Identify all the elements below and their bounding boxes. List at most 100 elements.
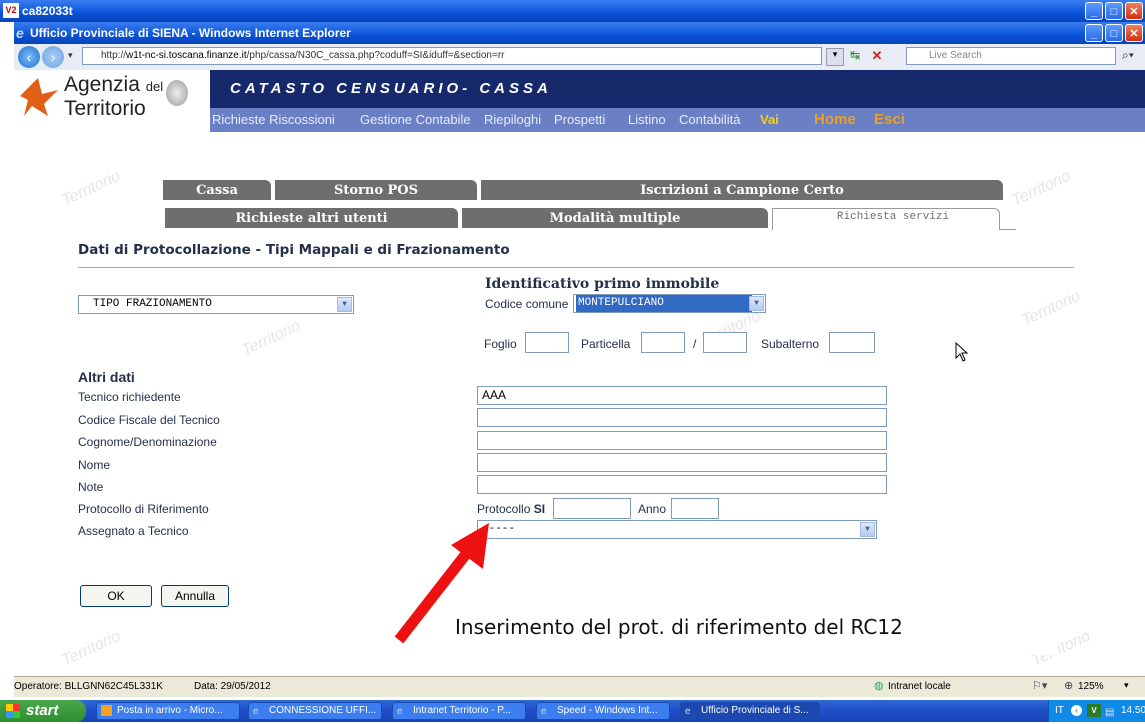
back-arrow-icon[interactable]: ‹: [18, 46, 40, 68]
nome-input[interactable]: [477, 453, 887, 472]
tab-richiesta-servizi[interactable]: Richiesta servizi: [772, 208, 1000, 230]
ie-icon: e: [541, 706, 547, 717]
tab-cassa[interactable]: Cassa: [163, 180, 271, 200]
tab-richieste-altri-utenti[interactable]: Richieste altri utenti: [165, 208, 458, 228]
back-tray-icon[interactable]: ‹: [1071, 705, 1082, 716]
url-host: w1t-nc-si.toscana.finanze.it: [126, 50, 247, 61]
immobile-heading: Identificativo primo immobile: [485, 276, 720, 292]
protected-mode-icon[interactable]: ⚐▾: [1032, 679, 1047, 692]
zoom-icon[interactable]: ⊕: [1064, 679, 1073, 692]
start-label: start: [26, 702, 59, 719]
history-dropdown-icon[interactable]: ▾: [68, 50, 73, 61]
tab-storno-pos[interactable]: Storno POS: [275, 180, 477, 200]
zoom-level[interactable]: 125%: [1078, 681, 1104, 692]
cognome-input[interactable]: [477, 431, 887, 450]
ie-icon: e: [397, 706, 403, 717]
language-indicator[interactable]: IT: [1055, 700, 1064, 722]
section-title: Dati di Protocollazione - Tipi Mappali e…: [78, 242, 510, 258]
codice-fiscale-input[interactable]: [477, 408, 887, 427]
logo-line2: Territorio: [64, 97, 146, 120]
emblem-icon: [166, 80, 188, 106]
maximize-button[interactable]: □: [1105, 2, 1123, 20]
ie-maximize-button[interactable]: □: [1105, 24, 1123, 42]
ie-close-button[interactable]: ✕: [1125, 24, 1143, 42]
app-title: CATASTO CENSUARIO- CASSA: [230, 80, 552, 97]
task-speed[interactable]: e Speed - Windows Int...: [536, 702, 670, 720]
ok-button[interactable]: OK: [80, 585, 152, 607]
task-intranet[interactable]: e Intranet Territorio - P...: [392, 702, 526, 720]
ie-minimize-button[interactable]: _: [1085, 24, 1103, 42]
protocollo-prefix: Protocollo SI: [477, 502, 545, 516]
ie-window-title: Ufficio Provinciale di SIENA - Windows I…: [30, 26, 351, 40]
assegnato-select[interactable]: ----- ▼: [477, 520, 877, 539]
protocollo-prefix-text: Protocollo: [477, 502, 531, 516]
codice-comune-select[interactable]: MONTEPULCIANO ▼: [573, 294, 766, 313]
app-icon: V2: [3, 3, 19, 18]
watermark: Territorio: [59, 627, 123, 670]
task-label: CONNESSIONE UFFI...: [269, 705, 377, 716]
nav-contabilita[interactable]: Contabilità: [679, 112, 740, 127]
zone-status: Intranet locale: [888, 681, 951, 692]
particella-label: Particella: [581, 337, 631, 351]
logo-del: del: [145, 79, 164, 94]
watermark: Territorio: [239, 317, 303, 360]
outer-window-titlebar: V2 ca82033t _ □ ✕: [0, 0, 1145, 22]
app-tray-icon[interactable]: V: [1087, 704, 1101, 717]
annulla-button[interactable]: Annulla: [161, 585, 229, 607]
codice-comune-value: MONTEPULCIANO: [576, 295, 752, 312]
app-header: Agenzia del Territorio CATASTO CENSUARIO…: [14, 70, 1145, 160]
operatore-status: Operatore: BLLGNN62C45L331K: [14, 681, 163, 692]
refresh-icon[interactable]: ↹: [846, 48, 864, 64]
stop-icon[interactable]: ✕: [868, 48, 886, 64]
foglio-input[interactable]: [525, 332, 569, 353]
nav-vai[interactable]: Vai: [760, 112, 779, 127]
search-icon[interactable]: ⌕▾: [1122, 48, 1134, 63]
zoom-dropdown-icon[interactable]: ▾: [1124, 680, 1129, 691]
system-tray: IT ‹ V ▤ 14.50: [1048, 700, 1145, 722]
outer-window-controls: _ □ ✕: [1085, 2, 1143, 20]
start-button[interactable]: start: [0, 700, 86, 722]
forward-arrow-icon[interactable]: ›: [42, 46, 64, 68]
annotation-text: Inserimento del prot. di riferimento del…: [445, 600, 1057, 655]
network-tray-icon[interactable]: ▤: [1105, 702, 1114, 724]
cognome-label: Cognome/Denominazione: [78, 435, 217, 449]
nav-home[interactable]: Home: [814, 111, 856, 128]
anno-input[interactable]: [671, 498, 719, 519]
minimize-button[interactable]: _: [1085, 2, 1103, 20]
nav-gestione-contabile[interactable]: Gestione Contabile: [360, 112, 471, 127]
windows-logo-icon: [6, 704, 20, 718]
nav-esci[interactable]: Esci: [874, 111, 905, 128]
tecnico-label: Tecnico richiedente: [78, 390, 181, 404]
address-dropdown-icon[interactable]: ▾: [826, 48, 844, 66]
close-button[interactable]: ✕: [1125, 2, 1143, 20]
tecnico-input[interactable]: AAA: [477, 386, 887, 405]
watermark: Territorio: [1009, 167, 1073, 210]
task-posta[interactable]: Posta in arrivo - Micro...: [96, 702, 240, 720]
nav-richieste-riscossioni[interactable]: Richieste Riscossioni: [212, 112, 335, 127]
url-path: /php/cassa/N30C_cassa.php?coduff=SI&iduf…: [246, 50, 505, 61]
live-search-input[interactable]: Live Search: [906, 47, 1116, 65]
tab-iscrizioni-campione[interactable]: Iscrizioni a Campione Certo: [481, 180, 1003, 200]
particella-suffix-input[interactable]: [703, 332, 747, 353]
particella-input[interactable]: [641, 332, 685, 353]
globe-icon: ◍: [874, 680, 884, 692]
nav-prospetti[interactable]: Prospetti: [554, 112, 605, 127]
address-toolbar: ‹ › ▾ http://w1t-nc-si.toscana.finanze.i…: [14, 44, 1145, 71]
outlook-icon: [101, 705, 112, 716]
protocollo-riferimento-label: Protocollo di Riferimento: [78, 502, 209, 516]
address-input[interactable]: http://w1t-nc-si.toscana.finanze.it/php/…: [82, 47, 822, 65]
altri-dati-heading: Altri dati: [78, 369, 135, 385]
task-label: Ufficio Provinciale di S...: [701, 705, 809, 716]
tipo-select[interactable]: TIPO FRAZIONAMENTO ▼: [78, 295, 354, 314]
nav-riepiloghi[interactable]: Riepiloghi: [484, 112, 541, 127]
tab-modalita-multiple[interactable]: Modalità multiple: [462, 208, 768, 228]
protocollo-input[interactable]: [553, 498, 631, 519]
ie-titlebar: e Ufficio Provinciale di SIENA - Windows…: [14, 22, 1145, 44]
logo-line1: Agenzia: [64, 73, 140, 96]
task-connessione[interactable]: e CONNESSIONE UFFI...: [248, 702, 382, 720]
nav-listino[interactable]: Listino: [628, 112, 666, 127]
task-ufficio[interactable]: e Ufficio Provinciale di S...: [680, 702, 820, 720]
outer-window-title: ca82033t: [22, 4, 73, 18]
subalterno-input[interactable]: [829, 332, 875, 353]
note-input[interactable]: [477, 475, 887, 494]
